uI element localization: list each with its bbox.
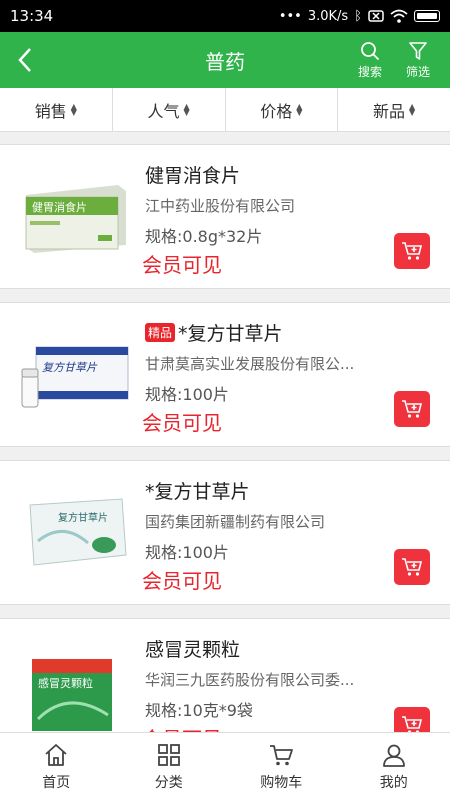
product-image[interactable]: 复方甘草片	[18, 333, 133, 418]
product-spec: 规格:0.8g*32片	[145, 227, 263, 246]
product-price: 会员可见	[142, 253, 222, 277]
product-spec: 规格:100片	[145, 543, 229, 562]
home-icon	[45, 743, 67, 766]
product-name-text: 感冒灵颗粒	[145, 639, 241, 661]
sort-price[interactable]: 价格 ▲ ▼	[226, 88, 339, 131]
sort-label: 价格	[260, 101, 293, 121]
product-list[interactable]: 健胃消食片 健胃消食片 江中药业股份有限公司 规格:0.8g*32片 会员可见 …	[0, 132, 450, 732]
product-image-text: 感冒灵颗粒	[38, 676, 93, 690]
filter-label: 筛选	[405, 64, 430, 79]
sort-arrows-icon: ▲ ▼	[296, 101, 303, 117]
product-spec: 规格:10克*9袋	[145, 701, 253, 720]
cart-icon	[270, 744, 294, 765]
product-name[interactable]: 精品 *复方甘草片	[145, 319, 283, 346]
product-name[interactable]: 健胃消食片	[145, 161, 240, 188]
sort-label: 人气	[147, 101, 180, 121]
cart-add-icon	[402, 716, 423, 732]
product-card[interactable]: 复方甘草片 精品 *复方甘草片 甘肃莫高实业发展股份有限公... 规格:100片 …	[0, 302, 450, 447]
product-manufacturer: 国药集团新疆制药有限公司	[145, 513, 326, 531]
bluetooth-icon: ᛒ	[354, 8, 362, 24]
product-image-text: 复方甘草片	[58, 511, 108, 524]
dots-icon: •••	[278, 8, 302, 24]
product-image-text: 复方甘草片	[42, 361, 98, 374]
product-name-text: *复方甘草片	[145, 481, 250, 503]
product-image[interactable]: 复方甘草片	[18, 491, 133, 576]
product-card[interactable]: 复方甘草片 *复方甘草片 国药集团新疆制药有限公司 规格:100片 会员可见	[0, 460, 450, 605]
sort-arrows-icon: ▲ ▼	[409, 101, 416, 117]
tab-label: 我的	[379, 774, 408, 791]
tab-label: 分类	[154, 774, 183, 791]
user-icon	[382, 744, 405, 767]
sort-bar: 销售 ▲ ▼ 人气 ▲ ▼ 价格 ▲ ▼ 新品 ▲ ▼	[0, 88, 450, 132]
product-name-text: *复方甘草片	[178, 323, 283, 345]
sort-label: 销售	[34, 101, 67, 121]
product-price: 会员可见	[142, 569, 222, 593]
tab-label: 购物车	[260, 774, 303, 791]
search-button[interactable]: 搜索	[348, 41, 392, 80]
product-price: 会员可见	[142, 411, 222, 435]
add-to-cart-button[interactable]	[394, 707, 430, 732]
sort-arrows-icon: ▲ ▼	[183, 101, 190, 117]
chevron-left-icon	[18, 48, 31, 72]
product-card[interactable]: 感冒灵颗粒 感冒灵颗粒 华润三九医药股份有限公司委... 规格:10克*9袋 会…	[0, 618, 450, 732]
sort-sales[interactable]: 销售 ▲ ▼	[0, 88, 113, 131]
network-speed: 3.0K/s	[307, 8, 349, 24]
product-card[interactable]: 健胃消食片 健胃消食片 江中药业股份有限公司 规格:0.8g*32片 会员可见	[0, 144, 450, 289]
sort-arrows-icon: ▲ ▼	[70, 101, 77, 117]
sort-new[interactable]: 新品 ▲ ▼	[338, 88, 450, 131]
back-button[interactable]	[0, 32, 50, 88]
product-image[interactable]: 感冒灵颗粒	[18, 649, 133, 732]
cart-add-icon	[402, 558, 423, 576]
status-icons: ••• 3.0K/s ᛒ	[279, 9, 440, 24]
sort-popularity[interactable]: 人气 ▲ ▼	[113, 88, 226, 131]
product-spec: 规格:100片	[145, 385, 229, 404]
status-time: 13:34	[10, 7, 54, 25]
tab-label: 首页	[42, 774, 71, 791]
product-manufacturer: 甘肃莫高实业发展股份有限公...	[145, 355, 355, 373]
tab-mine[interactable]: 我的	[338, 733, 450, 800]
product-name[interactable]: 感冒灵颗粒	[145, 635, 240, 662]
sort-label: 新品	[373, 101, 406, 121]
add-to-cart-button[interactable]	[394, 233, 430, 269]
product-image[interactable]: 健胃消食片	[18, 175, 133, 260]
tab-cart[interactable]: 购物车	[225, 733, 338, 800]
tab-home[interactable]: 首页	[0, 733, 113, 800]
search-label: 搜索	[357, 64, 382, 79]
product-price: 会员可见	[142, 723, 222, 732]
status-bar: 13:34 ••• 3.0K/s ᛒ	[0, 0, 450, 32]
filter-button[interactable]: 筛选	[396, 41, 440, 80]
product-image-text: 健胃消食片	[32, 200, 87, 214]
product-manufacturer: 江中药业股份有限公司	[145, 197, 296, 215]
cart-add-icon	[402, 400, 423, 418]
product-manufacturer: 华润三九医药股份有限公司委...	[145, 671, 355, 689]
filter-icon	[409, 41, 427, 60]
bottom-nav: 首页 分类 购物车 我的	[0, 732, 450, 800]
premium-badge: 精品	[145, 323, 176, 342]
product-name[interactable]: *复方甘草片	[145, 477, 250, 504]
add-to-cart-button[interactable]	[394, 549, 430, 585]
product-name-text: 健胃消食片	[145, 165, 241, 187]
top-bar: 普药 搜索 筛选	[0, 32, 450, 88]
wifi-icon	[390, 9, 408, 23]
sim-icon	[368, 10, 384, 22]
battery-icon	[414, 10, 440, 22]
grid-icon	[157, 743, 180, 766]
search-icon	[361, 41, 380, 60]
add-to-cart-button[interactable]	[394, 391, 430, 427]
tab-category[interactable]: 分类	[113, 733, 226, 800]
cart-add-icon	[402, 242, 423, 260]
